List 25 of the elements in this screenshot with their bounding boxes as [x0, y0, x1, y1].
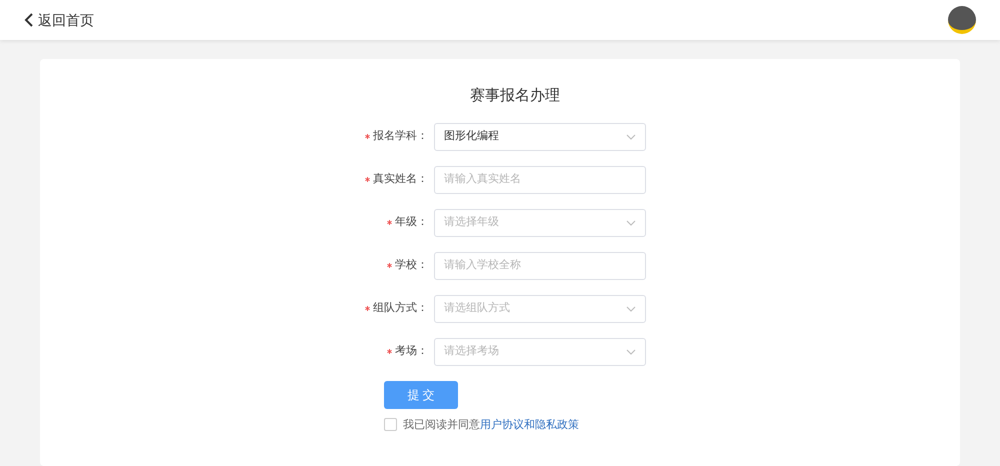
policy-link[interactable]: 隐私政策 [535, 418, 579, 430]
field-label: 学校： [395, 258, 428, 274]
select-field[interactable]: 请选择年级 [434, 208, 646, 236]
chevron-down-icon [626, 348, 636, 354]
field-label: 考场： [395, 344, 428, 360]
field-label: 报名学科： [373, 129, 428, 144]
select-field[interactable]: 图形化编程 [434, 122, 646, 150]
chevron-left-icon [24, 13, 34, 27]
chevron-down-icon [626, 306, 636, 312]
policy-link[interactable]: 用户协议 [480, 418, 524, 430]
field-label: 真实姓名： [373, 172, 428, 188]
back-link[interactable]: 返回首页 [24, 10, 94, 30]
avatar[interactable] [948, 6, 976, 34]
select-field[interactable]: 请选择考场 [434, 338, 646, 366]
agreement-checkbox[interactable] [384, 418, 397, 432]
field-label: 年级： [395, 215, 428, 230]
agreement-text: 我已阅读并同意用户协议和隐私政策 [403, 418, 579, 432]
select-field[interactable]: 请选组队方式 [434, 294, 646, 322]
submit-button[interactable]: 提 交 [384, 380, 458, 408]
chevron-down-icon [626, 220, 636, 226]
input-field[interactable]: 请输入真实姓名 [434, 166, 646, 194]
input-field[interactable]: 请输入学校全称 [434, 252, 646, 280]
field-label: 组队方式： [373, 300, 428, 316]
chevron-down-icon [626, 134, 636, 140]
form-title: 赛事报名办理 [470, 86, 560, 106]
